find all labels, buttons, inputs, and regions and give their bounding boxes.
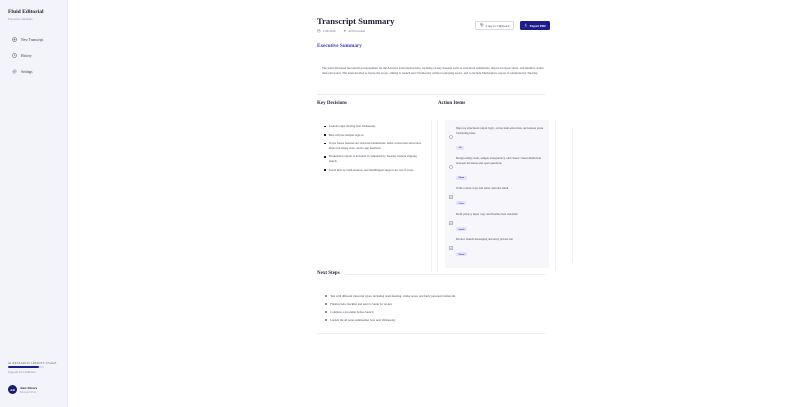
divider [317,333,545,334]
calendar-icon [317,29,321,34]
sparkle-icon [342,29,347,34]
divider [437,120,438,272]
sidebar: Fluid Editorial Executive Analysis New T… [0,0,68,407]
divider [572,128,573,262]
action-item: Write rollout copy and tester onboard em… [449,186,547,209]
action-item: Review launch messaging and entry privat… [449,237,547,260]
divider [555,120,556,270]
transcript-source: AI Processed [348,29,366,34]
checkbox-icon[interactable] [449,237,453,251]
plus-circle-icon [12,37,17,42]
download-icon [524,23,528,28]
user-plan: Managed Plan [20,390,37,394]
owner-badge: Sarah [456,227,467,232]
key-decisions-heading: Key Decisions [317,101,347,106]
upgrade-link[interactable]: Upgrade for Unlimited [8,370,36,374]
circle-check-icon[interactable] [449,126,453,139]
transcript-meta: 1/29/2026 · AI Processed [317,29,365,34]
owner-badge: Maya [456,175,467,180]
list-item: Complete a pre-demo before launch [325,310,455,314]
export-pdf-button[interactable]: Export PDF [520,21,551,30]
sidebar-item-history[interactable]: History [12,53,32,58]
next-steps-heading: Next Steps [317,271,340,276]
copy-to-clipboard-button[interactable]: Copy to Clipboard [475,21,515,30]
divider [317,94,545,95]
list-item: Beta will use tempter sign-in [324,133,424,138]
checkbox-icon[interactable] [449,212,453,226]
circle-check-icon[interactable] [449,156,453,169]
list-item: Test with different transcript types, in… [325,294,455,298]
list-item: Finalize beta checklist and send to Sara… [325,302,455,306]
list-item: Scope freeze features are structured sum… [324,141,424,150]
executive-summary-heading: Executive Summary [317,43,362,49]
key-decisions-list: Launch target moving next Wednesday Beta… [324,124,424,176]
sidebar-item-settings[interactable]: Settings [12,69,33,74]
brand-name: Fluid Editorial [8,9,44,15]
sidebar-item-label: Settings [21,69,33,74]
action-item: Design empty state, sample transparency,… [449,156,547,183]
export-button-label: Export PDF [529,23,547,28]
divider [345,274,545,275]
gear-icon [12,69,17,74]
copy-button-label: Copy to Clipboard [485,23,510,28]
owner-badge: Marie [456,252,468,257]
avatar: AR [8,385,17,394]
sidebar-item-label: New Transcript [21,37,44,42]
brand-subtitle: Executive Analysis [8,17,33,21]
usage-bar-fill [8,366,39,368]
next-steps-list: Test with different transcript types, in… [325,294,455,326]
action-items-heading: Action Items [438,101,466,106]
action-items-panel: Improve structured output logic, action … [445,120,549,268]
list-item: Launch target moving next Wednesday [324,124,424,129]
owner-badge: Chen [456,201,467,206]
list-item: Saved history, team features, and multil… [324,168,424,173]
usage-label: AI RESEARCH CREDITS USAGE [8,361,57,365]
user-name: Alex Rivera [20,385,38,390]
list-item: Marketplace export is included if comple… [324,154,424,163]
checkbox-icon[interactable] [449,186,453,200]
usage-bar [8,366,44,368]
transcript-date: 1/29/2026 [322,29,336,34]
sidebar-item-label: History [21,53,32,58]
owner-badge: Ali [456,145,464,150]
copy-icon [480,23,484,28]
sidebar-item-new-transcript[interactable]: New Transcript [12,37,43,42]
list-item: Launch the AI notes summarizer beta next… [325,318,455,322]
page-title: Transcript Summary [317,16,395,26]
clock-icon [12,53,17,58]
action-item: Improve structured output logic, action … [449,126,547,153]
user-profile[interactable]: AR Alex Rivera Managed Plan [8,385,37,394]
action-item: Draft privacy input copy and finalize be… [449,212,547,235]
divider [431,120,432,272]
executive-summary-text: The team discussed the launch postponeme… [322,66,544,75]
